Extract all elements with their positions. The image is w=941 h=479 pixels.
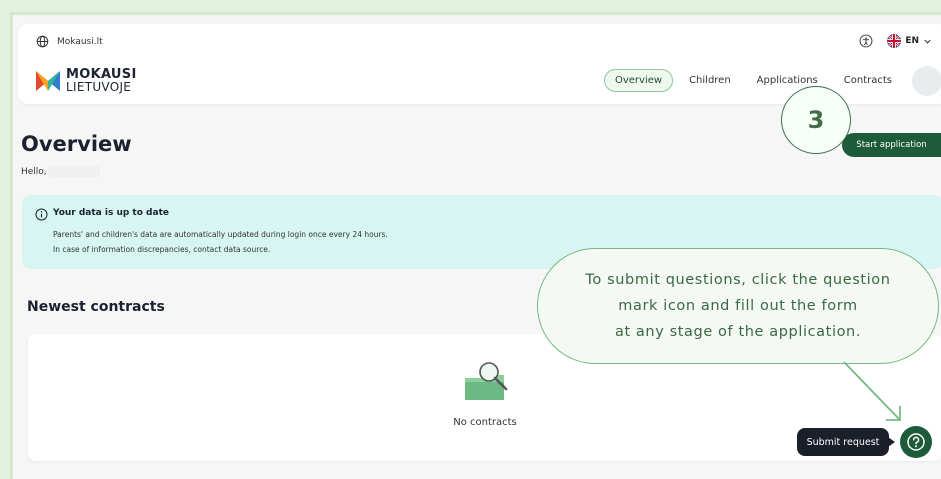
avatar[interactable] (912, 66, 941, 96)
chevron-down-icon (924, 39, 931, 44)
submit-request-bubble[interactable]: Submit request (797, 428, 895, 456)
header-tools: EN (859, 34, 932, 48)
help-tooltip: To submit questions, click the question … (537, 248, 939, 364)
uk-flag-icon (887, 34, 902, 48)
nav-children[interactable]: Children (679, 70, 741, 91)
info-text-line1: Parents' and children's data are automat… (53, 230, 388, 239)
pointer-arrow-icon (843, 361, 901, 421)
step-marker: 3 (781, 86, 851, 154)
newest-contracts-title: Newest contracts (27, 299, 165, 315)
info-text-line2: In case of information discrepancies, co… (53, 245, 271, 254)
tooltip-line1: To submit questions, click the question (585, 272, 891, 288)
logo-line2: LIETUVOJE (66, 80, 132, 94)
info-icon (35, 208, 48, 221)
globe-icon (36, 35, 49, 48)
language-label: EN (905, 36, 919, 46)
logo-text: MOKAUSI LIETUVOJE (66, 68, 137, 94)
start-application-button[interactable]: Start application (842, 133, 941, 157)
site-label: Mokausi.lt (57, 36, 103, 47)
question-mark-icon (907, 433, 925, 451)
tooltip-line3: at any stage of the application. (614, 324, 862, 340)
empty-folder-search-icon (465, 362, 508, 400)
greeting: Hello, (21, 167, 47, 177)
help-button[interactable] (900, 426, 932, 458)
empty-state-text: No contracts (453, 417, 517, 428)
logo-mark-icon (36, 71, 60, 91)
nav-overview[interactable]: Overview (603, 69, 674, 92)
user-name-redacted (48, 166, 100, 177)
nav-contracts[interactable]: Contracts (834, 70, 902, 91)
logo[interactable]: MOKAUSI LIETUVOJE (36, 68, 137, 94)
accessibility-icon[interactable] (859, 34, 873, 48)
site-link[interactable]: Mokausi.lt (36, 35, 103, 48)
language-selector[interactable]: EN (887, 34, 932, 48)
tooltip-line2: mark icon and fill out the form (618, 298, 858, 314)
main-nav: Overview Children Applications Contracts (598, 69, 902, 92)
info-title: Your data is up to date (53, 208, 169, 218)
page-title: Overview (21, 132, 132, 156)
